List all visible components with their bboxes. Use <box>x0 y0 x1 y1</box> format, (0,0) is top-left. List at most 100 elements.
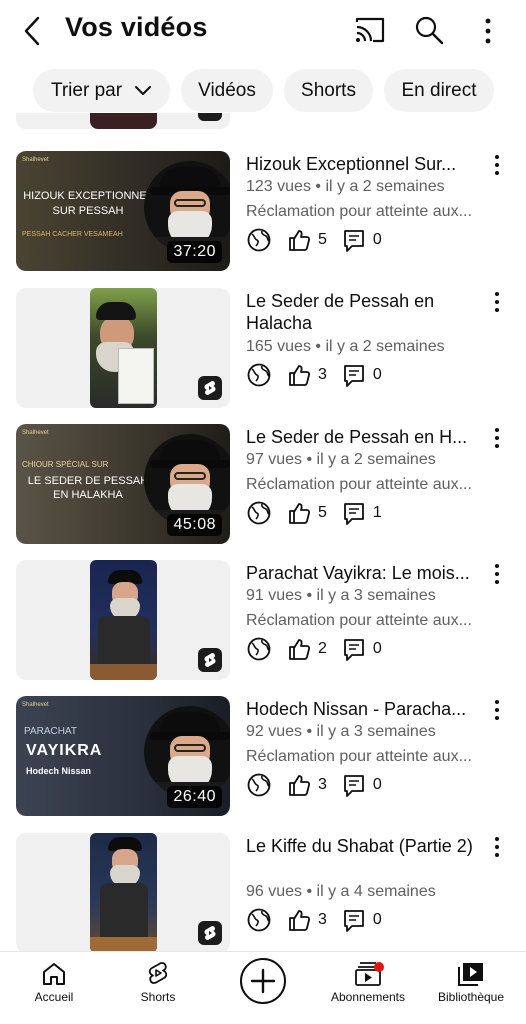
chip-live[interactable]: En direct <box>384 69 494 112</box>
copyright-claim[interactable]: Réclamation pour atteinte aux... <box>246 748 486 766</box>
video-title[interactable]: Hodech Nissan - Paracha... <box>246 698 486 720</box>
upload-age: il y a 2 semaines <box>316 451 436 468</box>
comment-count: 0 <box>372 366 382 383</box>
globe-icon <box>247 773 271 797</box>
notification-dot <box>374 962 384 972</box>
sort-chip-label: Trier par <box>50 79 123 101</box>
video-title[interactable]: Parachat Vayikra: Le mois... <box>246 562 486 584</box>
more-vert-icon[interactable] <box>488 562 506 586</box>
like-icon <box>289 365 311 386</box>
like-icon <box>289 910 311 931</box>
thumb-subtext: CHIOUR SPÉCIAL SUR <box>22 460 109 469</box>
video-thumbnail[interactable]: Shalhevet PARACHAT VAYIKRA Hodech Nissan… <box>16 696 230 816</box>
video-stats: 5 1 <box>246 500 396 526</box>
copyright-claim[interactable]: Réclamation pour atteinte aux... <box>246 476 486 494</box>
video-title[interactable]: Le Seder de Pessah en Halacha <box>246 290 486 334</box>
chip-videos[interactable]: Vidéos <box>181 69 273 112</box>
shorts-badge-icon <box>198 648 222 672</box>
page-title: Vos vidéos <box>65 12 208 42</box>
video-meta: 92 vues • il y a 3 semaines <box>246 723 436 740</box>
video-list: Shalhevet HIZOUK EXCEPTIONNEL SUR PESSAH… <box>0 113 526 951</box>
nav-subscriptions-label: Abonnements <box>330 990 406 1004</box>
like-icon <box>289 503 311 524</box>
video-thumbnail[interactable]: Shalhevet HIZOUK EXCEPTIONNEL SUR PESSAH… <box>16 151 230 271</box>
thumb-text-2: EN HALAKHA <box>53 489 123 501</box>
more-vert-icon[interactable] <box>488 698 506 722</box>
nav-shorts[interactable]: Shorts <box>128 960 188 1004</box>
chip-shorts[interactable]: Shorts <box>284 69 373 112</box>
sort-chip[interactable]: Trier par <box>33 69 170 112</box>
plus-icon <box>250 968 276 994</box>
globe-icon <box>247 501 271 525</box>
like-count: 3 <box>318 776 327 793</box>
shorts-badge-icon <box>198 376 222 400</box>
globe-icon <box>247 637 271 661</box>
shorts-icon <box>148 962 168 984</box>
upload-age: il y a 4 semaines <box>316 883 436 900</box>
like-count: 3 <box>318 366 327 383</box>
short-image <box>90 560 157 680</box>
filter-chips: Trier par Vidéos Shorts En direct <box>0 69 526 113</box>
video-stats: 3 0 <box>246 907 396 933</box>
nav-home[interactable]: Accueil <box>24 960 84 1004</box>
list-item[interactable]: Shalhevet HIZOUK EXCEPTIONNEL SUR PESSAH… <box>0 151 526 273</box>
create-button[interactable] <box>240 958 286 1004</box>
more-vert-icon[interactable] <box>488 426 506 450</box>
video-thumbnail[interactable] <box>16 113 230 129</box>
duration-badge: 37:20 <box>167 241 222 263</box>
video-thumbnail[interactable]: Shalhevet CHIOUR SPÉCIAL SUR LE SEDER DE… <box>16 424 230 544</box>
copyright-claim[interactable]: Réclamation pour atteinte aux... <box>246 612 486 630</box>
video-title[interactable]: Hizouk Exceptionnel Sur... <box>246 153 486 175</box>
nav-subscriptions[interactable]: Abonnements <box>322 960 414 1004</box>
video-stats: 3 0 <box>246 772 396 798</box>
short-image <box>90 288 157 408</box>
thumb-text-2: Hodech Nissan <box>26 766 92 776</box>
list-item[interactable]: Le Kiffe du Shabat (Partie 2) 96 vues • … <box>0 833 526 951</box>
thumb-subtext: PESSAH CACHER VESAMEAH <box>22 231 123 238</box>
view-count: 92 vues <box>246 723 303 740</box>
library-icon <box>458 963 483 986</box>
list-item[interactable]: Shalhevet CHIOUR SPÉCIAL SUR LE SEDER DE… <box>0 424 526 546</box>
short-thumbnail[interactable] <box>16 833 230 951</box>
like-icon <box>289 775 311 796</box>
nav-shorts-label: Shorts <box>140 990 176 1004</box>
comment-icon <box>344 910 364 932</box>
comment-icon <box>344 230 364 252</box>
like-count: 5 <box>318 504 327 521</box>
view-count: 96 vues <box>246 883 303 900</box>
comment-icon <box>344 365 364 387</box>
list-item[interactable]: Le Seder de Pessah en Halacha 165 vues •… <box>0 288 526 410</box>
video-meta: 165 vues • il y a 2 semaines <box>246 338 445 355</box>
more-vert-icon[interactable] <box>488 290 506 314</box>
cast-icon[interactable] <box>352 14 388 46</box>
globe-icon <box>247 908 271 932</box>
short-thumbnail[interactable] <box>16 288 230 408</box>
shorts-badge-icon <box>198 921 222 945</box>
list-item-partial[interactable] <box>0 113 526 131</box>
video-title[interactable]: Le Kiffe du Shabat (Partie 2) <box>246 835 486 857</box>
copyright-claim[interactable]: Réclamation pour atteinte aux... <box>246 203 486 221</box>
search-icon[interactable] <box>413 13 445 47</box>
more-vert-icon[interactable] <box>488 835 506 859</box>
video-stats: 2 0 <box>246 636 396 662</box>
short-thumbnail[interactable] <box>16 560 230 680</box>
like-icon <box>289 639 311 660</box>
back-arrow-icon[interactable] <box>18 14 48 48</box>
more-vert-icon[interactable] <box>476 14 500 48</box>
nav-library-label: Bibliothèque <box>437 990 505 1004</box>
list-item[interactable]: Parachat Vayikra: Le mois... 91 vues • i… <box>0 560 526 682</box>
globe-icon <box>247 228 271 252</box>
chevron-down-icon <box>135 85 152 95</box>
video-meta: 97 vues • il y a 2 semaines <box>246 451 436 468</box>
like-count: 5 <box>318 231 327 248</box>
video-title[interactable]: Le Seder de Pessah en H... <box>246 426 486 448</box>
nav-library[interactable]: Bibliothèque <box>428 960 514 1004</box>
short-image <box>90 113 157 129</box>
more-vert-icon[interactable] <box>488 153 506 177</box>
view-count: 97 vues <box>246 451 303 468</box>
video-stats: 3 0 <box>246 362 396 388</box>
nav-home-label: Accueil <box>34 990 74 1004</box>
thumb-text-2: SUR PESSAH <box>52 205 124 217</box>
view-count: 123 vues <box>246 178 311 195</box>
list-item[interactable]: Shalhevet PARACHAT VAYIKRA Hodech Nissan… <box>0 696 526 818</box>
